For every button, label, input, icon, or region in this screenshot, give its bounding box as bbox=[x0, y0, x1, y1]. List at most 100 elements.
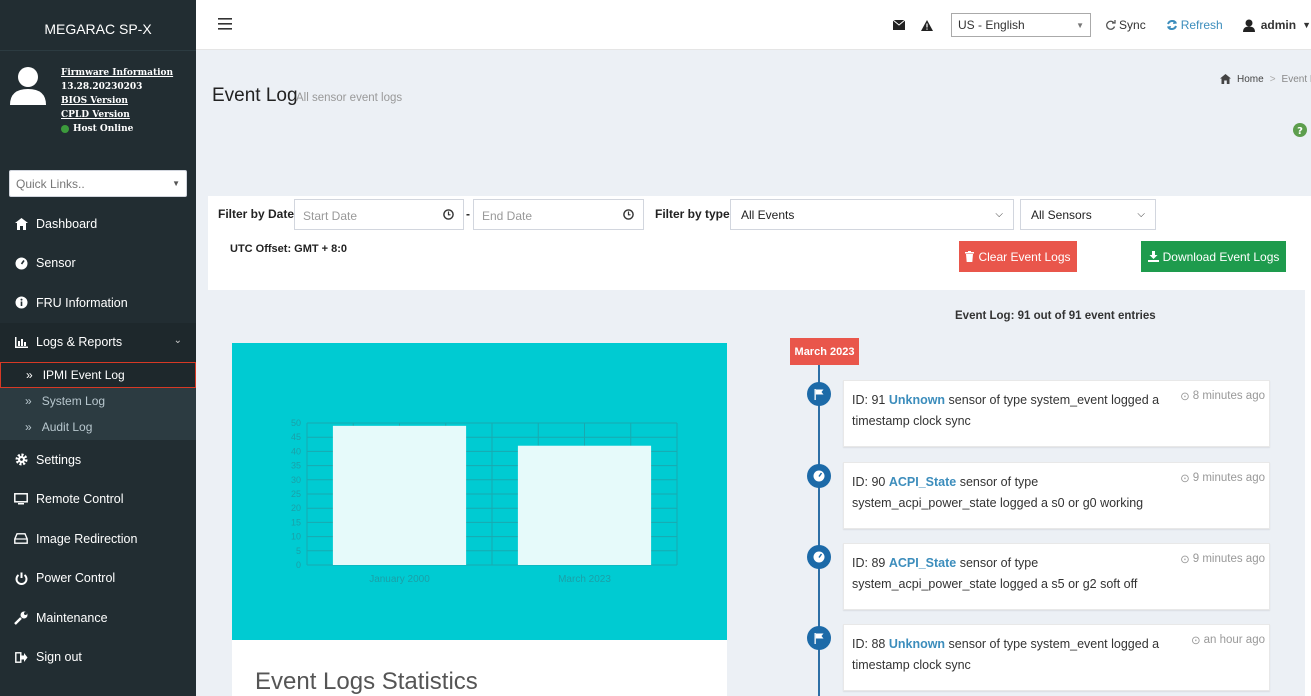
page-subtitle: All sensor event logs bbox=[296, 92, 403, 104]
download-label: Download Event Logs bbox=[1162, 249, 1280, 264]
sidebar-item-label: Settings bbox=[36, 452, 82, 467]
gear-icon bbox=[14, 453, 28, 467]
sidebar-item-sign-out[interactable]: Sign out bbox=[0, 638, 196, 678]
y-tick-label: 45 bbox=[291, 432, 301, 442]
double-chevron-icon: » bbox=[25, 420, 32, 434]
firmware-info: Firmware Information 13.28.20230203 BIOS… bbox=[61, 66, 173, 136]
warning-icon[interactable] bbox=[921, 19, 934, 31]
clock-icon: ⊙ bbox=[1190, 635, 1201, 647]
cpld-version-link[interactable]: CPLD Version bbox=[61, 108, 173, 122]
sidebar-item-maintenance[interactable]: Maintenance bbox=[0, 598, 196, 638]
sidebar-item-label: Logs & Reports bbox=[36, 335, 123, 350]
quick-links-select[interactable]: Quick Links.. ▼ bbox=[9, 170, 187, 197]
y-tick-label: 0 bbox=[296, 560, 301, 570]
bios-version-link[interactable]: BIOS Version bbox=[61, 94, 173, 108]
event-id: ID: 90 bbox=[852, 475, 889, 489]
sidebar-item-fru[interactable]: FRU Information bbox=[0, 283, 196, 323]
user-name: admin bbox=[1260, 18, 1297, 32]
sidebar-subitem-ipmi-event-log[interactable]: » IPMI Event Log bbox=[0, 362, 196, 388]
sidebar-item-sensor[interactable]: Sensor bbox=[0, 244, 196, 284]
language-select[interactable]: US - English ▼ bbox=[951, 13, 1092, 37]
sidebar-item-image-redirection[interactable]: Image Redirection bbox=[0, 519, 196, 559]
event-card: ID: 88 Unknown sensor of type system_eve… bbox=[843, 624, 1270, 691]
sidebar-item-remote-control[interactable]: Remote Control bbox=[0, 480, 196, 520]
x-tick-label: March 2023 bbox=[558, 574, 611, 585]
sidebar-item-label: Sign out bbox=[36, 650, 82, 665]
clear-label: Clear Event Logs bbox=[978, 249, 1071, 264]
caret-down-icon: ▼ bbox=[1302, 20, 1311, 30]
sync-button[interactable]: Sync bbox=[1105, 18, 1146, 32]
end-date-input[interactable]: End Date bbox=[473, 199, 618, 230]
envelope-icon[interactable] bbox=[893, 20, 906, 30]
event-sensor-link[interactable]: ACPI_State bbox=[889, 556, 956, 570]
sidebar-subitem-system-log[interactable]: » System Log bbox=[0, 388, 196, 414]
user-menu[interactable]: admin ▼ bbox=[1242, 18, 1311, 32]
start-date-input[interactable]: Start Date bbox=[294, 199, 441, 230]
subitem-label: System Log bbox=[41, 394, 106, 408]
sidebar-item-label: Power Control bbox=[36, 571, 116, 586]
gauge-icon bbox=[807, 464, 831, 488]
firmware-info-link[interactable]: Firmware Information bbox=[61, 66, 173, 80]
sidebar-item-dashboard[interactable]: Dashboard bbox=[0, 204, 196, 244]
sidebar-item-power-control[interactable]: Power Control bbox=[0, 559, 196, 599]
user-icon bbox=[1242, 19, 1255, 32]
refresh-label: Refresh bbox=[1180, 18, 1223, 32]
sidebar-item-label: Remote Control bbox=[36, 492, 124, 507]
start-date-clock-button[interactable] bbox=[434, 199, 464, 230]
end-date-clock-button[interactable] bbox=[614, 199, 644, 230]
host-status-text: Host Online bbox=[73, 124, 134, 134]
power-icon bbox=[14, 571, 28, 585]
event-time: ⊙ an hour ago bbox=[1191, 633, 1265, 647]
hamburger-menu-icon[interactable] bbox=[218, 18, 232, 30]
y-tick-label: 50 bbox=[291, 418, 301, 428]
sidebar-subitem-audit-log[interactable]: » Audit Log bbox=[0, 414, 196, 440]
breadcrumb: Home > Event Log bbox=[1220, 74, 1311, 85]
event-time: ⊙ 8 minutes ago bbox=[1180, 389, 1265, 403]
event-sensor-link[interactable]: Unknown bbox=[889, 393, 945, 407]
home-icon bbox=[1220, 74, 1231, 84]
sidebar-item-settings[interactable]: Settings bbox=[0, 440, 196, 480]
clear-event-logs-button[interactable]: Clear Event Logs bbox=[959, 241, 1077, 272]
header-actions: US - English ▼ Sync Refresh admin ▼ bbox=[893, 0, 1311, 50]
download-event-logs-button[interactable]: Download Event Logs bbox=[1141, 241, 1286, 272]
chevron-down-icon: ⌄ bbox=[173, 334, 182, 346]
flag-icon bbox=[807, 626, 831, 650]
clock-icon: ⊙ bbox=[1180, 473, 1190, 485]
entries-count: Event Log: 91 out of 91 event entries bbox=[955, 310, 1156, 322]
scroll-edge bbox=[1305, 290, 1311, 696]
utc-offset: UTC Offset: GMT + 8:0 bbox=[230, 243, 348, 255]
firmware-version: 13.28.20230203 bbox=[61, 82, 143, 92]
filter-type-label: Filter by type bbox=[655, 207, 730, 221]
status-dot-icon bbox=[61, 125, 69, 133]
event-id: ID: 91 bbox=[852, 393, 889, 407]
app-title: MEGARAC SP-X bbox=[0, 0, 196, 50]
help-icon[interactable]: ? bbox=[1293, 123, 1307, 137]
clock-icon bbox=[623, 209, 634, 220]
event-time-text: an hour ago bbox=[1203, 634, 1265, 646]
event-type-select[interactable]: All Events ⌵ bbox=[730, 199, 1014, 230]
chevron-down-icon: ⌵ bbox=[995, 209, 1003, 220]
event-card: ID: 91 Unknown sensor of type system_eve… bbox=[843, 380, 1270, 447]
y-tick-label: 25 bbox=[291, 489, 301, 499]
breadcrumb-home[interactable]: Home bbox=[1237, 74, 1264, 85]
refresh-button[interactable]: Refresh bbox=[1166, 18, 1223, 32]
month-badge: March 2023 bbox=[790, 338, 859, 365]
caret-down-icon: ▼ bbox=[172, 179, 180, 188]
wrench-icon bbox=[14, 611, 28, 625]
event-time-text: 9 minutes ago bbox=[1192, 553, 1265, 565]
sidebar-item-label: Dashboard bbox=[36, 216, 98, 231]
event-sensor-link[interactable]: ACPI_State bbox=[889, 475, 956, 489]
event-time-text: 8 minutes ago bbox=[1192, 390, 1265, 402]
breadcrumb-separator: > bbox=[1269, 74, 1276, 85]
subitem-label: Audit Log bbox=[41, 420, 93, 434]
chevron-down-icon: ⌵ bbox=[1137, 209, 1145, 220]
sensor-select[interactable]: All Sensors ⌵ bbox=[1020, 199, 1156, 230]
sidebar-item-logs-reports[interactable]: Logs & Reports ⌄ bbox=[0, 322, 196, 362]
y-tick-label: 20 bbox=[291, 503, 301, 513]
logs-submenu: » IPMI Event Log » System Log » Audit Lo… bbox=[0, 362, 196, 440]
y-tick-label: 40 bbox=[291, 446, 301, 456]
info-circle-icon bbox=[14, 296, 28, 310]
event-sensor-link[interactable]: Unknown bbox=[889, 637, 945, 651]
svg-text:?: ? bbox=[1297, 126, 1303, 137]
event-card: ID: 90 ACPI_State sensor of type system_… bbox=[843, 462, 1270, 529]
